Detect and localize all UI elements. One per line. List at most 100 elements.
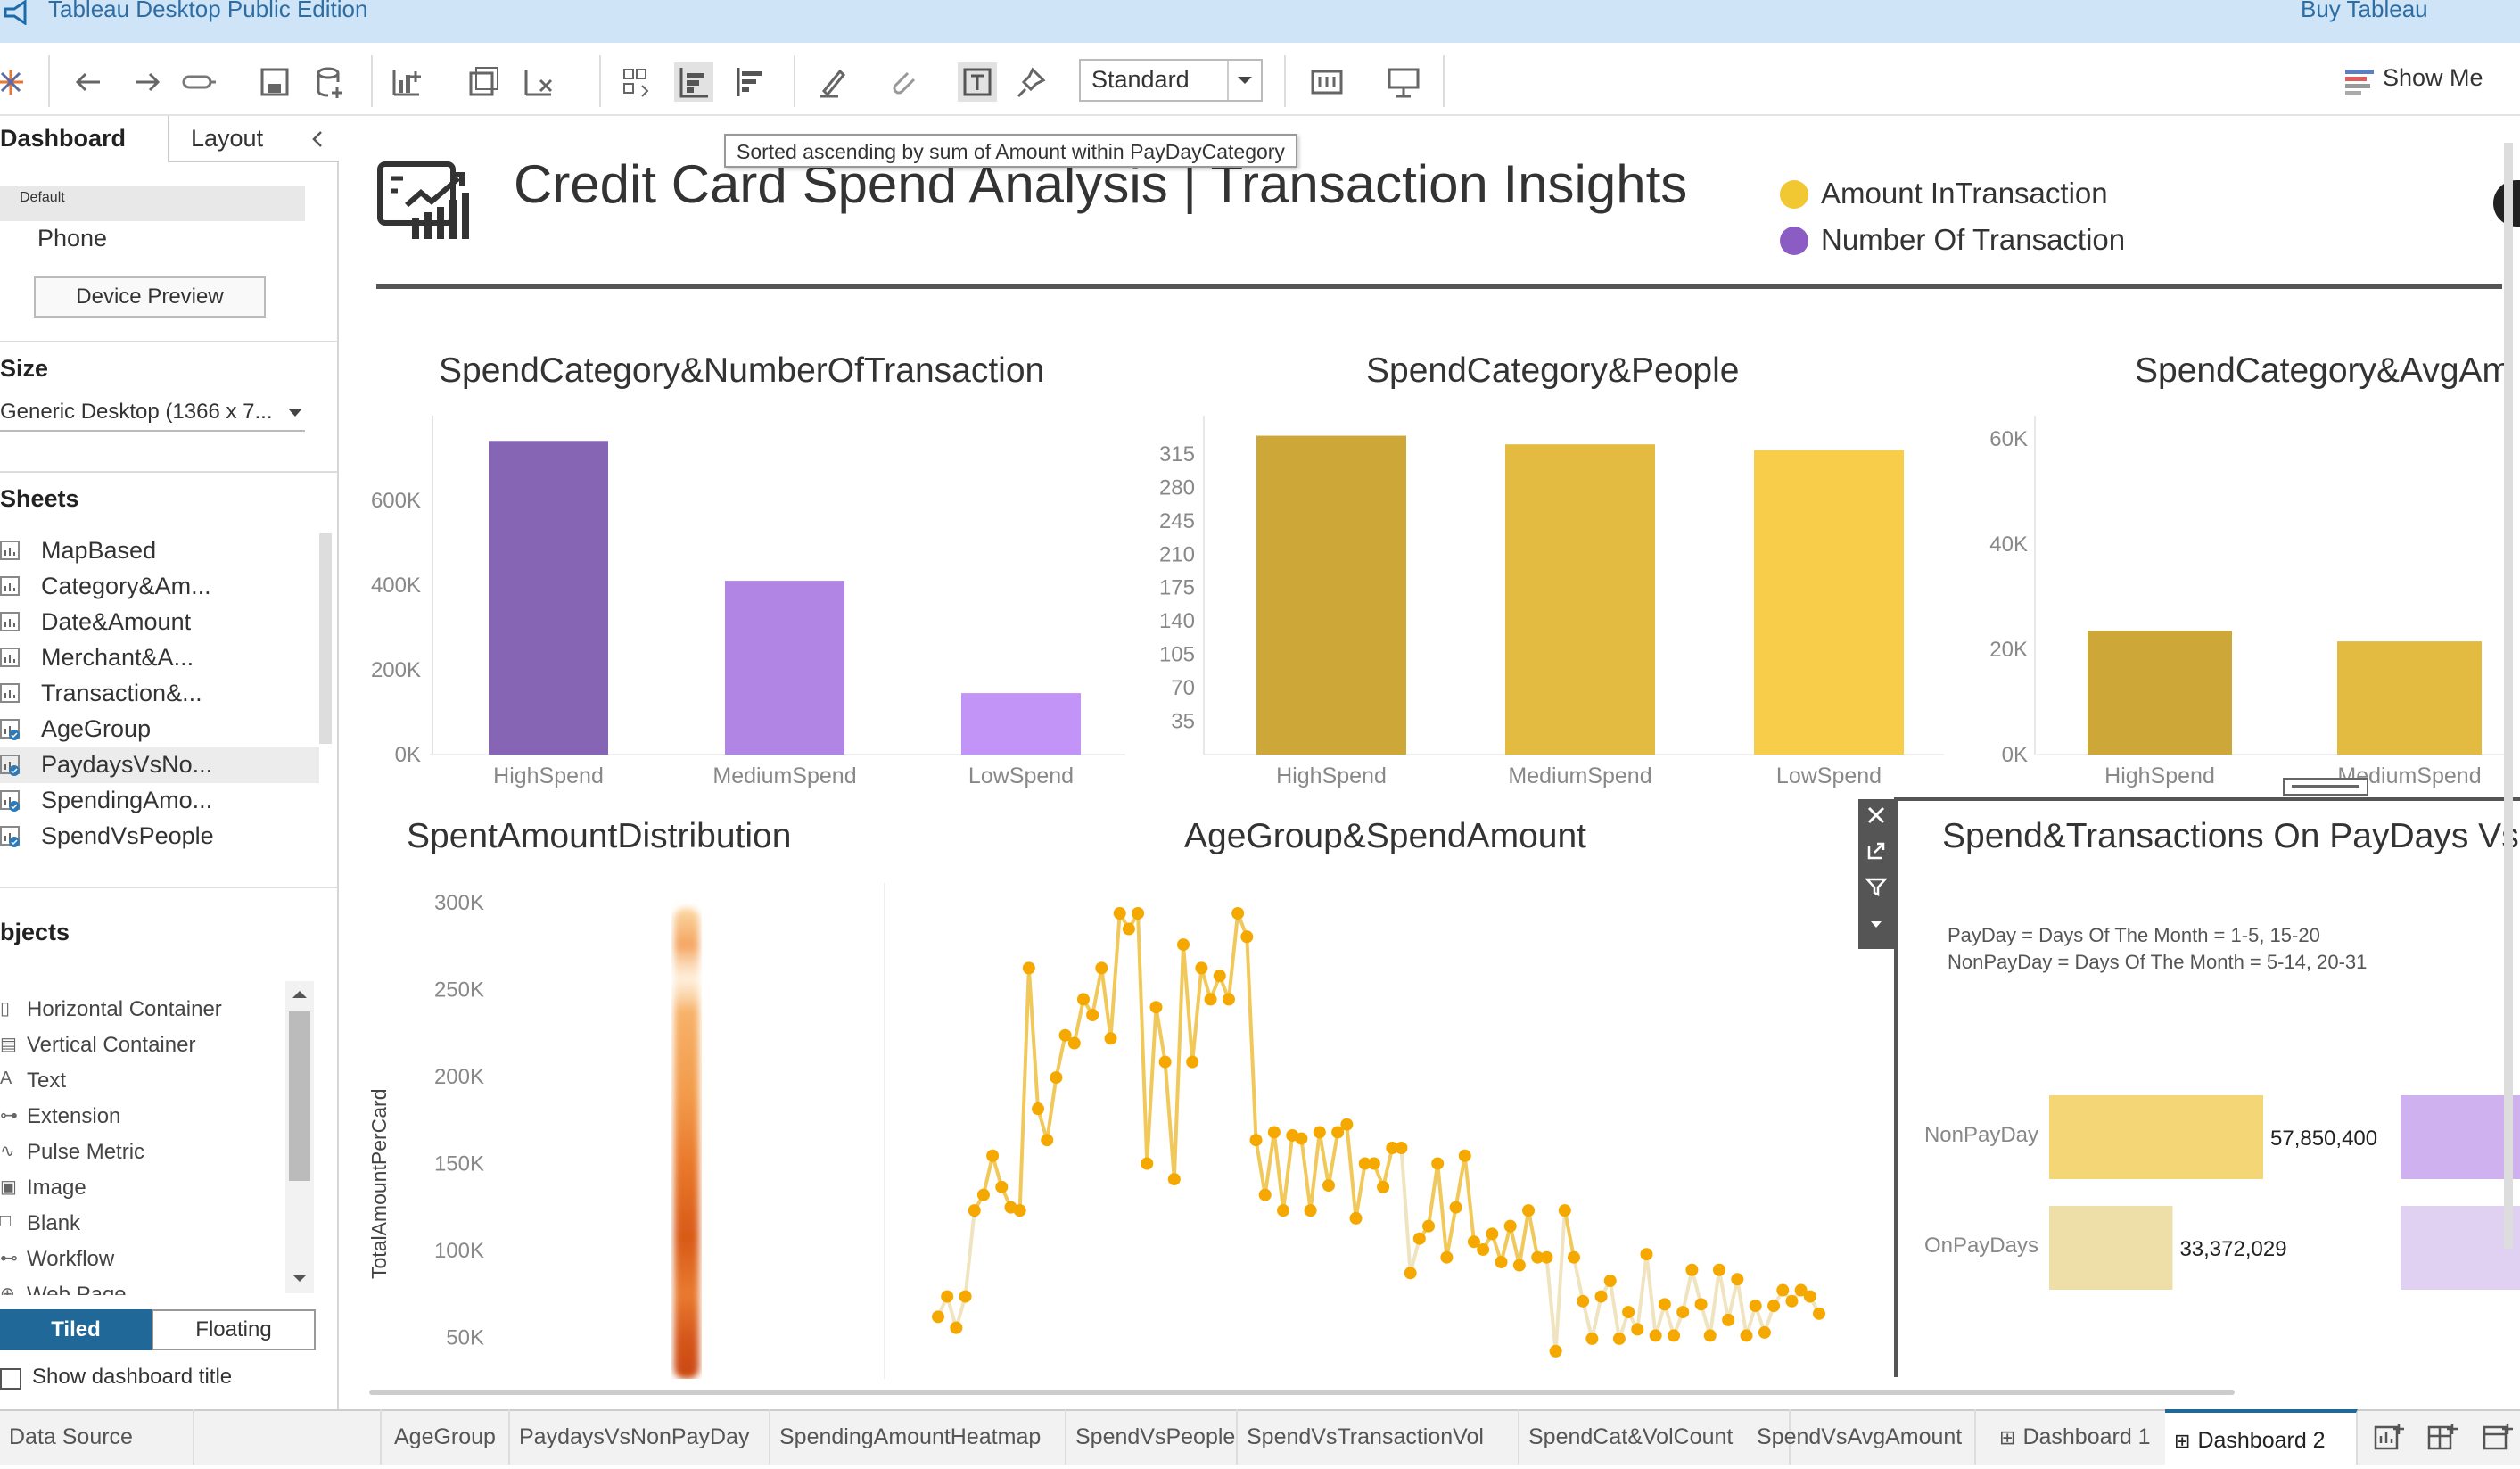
sheet-tab-label: Dashboard 2 <box>2197 1428 2326 1453</box>
chart6-note-nonpayday: NonPayDay = Days Of The Month = 5-14, 20… <box>1948 951 2368 973</box>
data-point <box>932 1310 944 1324</box>
title-divider <box>376 284 2502 289</box>
data-point <box>1758 1325 1771 1339</box>
data-point <box>1503 1219 1517 1233</box>
sheet-item[interactable]: Transaction&... <box>0 676 319 712</box>
sheet-tab[interactable]: ⊞ Dashboard 1 <box>1990 1409 2167 1465</box>
sheet-item[interactable]: AgeGroup <box>0 712 319 747</box>
object-item[interactable]: A Text <box>0 1063 282 1099</box>
text-label-icon[interactable] <box>958 62 997 102</box>
object-item[interactable]: ▣ Image <box>0 1170 282 1206</box>
clear-sheet-icon[interactable] <box>519 62 558 102</box>
sheets-scrollbar[interactable] <box>319 533 332 744</box>
object-item[interactable]: ⊕ Web Page <box>0 1277 282 1295</box>
device-phone[interactable]: Phone <box>37 225 107 252</box>
data-point <box>1367 1157 1380 1170</box>
line-segment <box>1072 999 1085 1044</box>
swap-rows-columns-icon[interactable] <box>617 62 656 102</box>
data-point <box>1340 1118 1354 1131</box>
pin-icon[interactable] <box>1013 62 1052 102</box>
redirect-icon[interactable] <box>180 62 219 102</box>
sheet-tab[interactable]: AgeGroup <box>385 1409 510 1465</box>
line-segment <box>1462 1155 1476 1242</box>
bar-NonPayDay <box>2049 1095 2263 1179</box>
sort-ascending-icon[interactable] <box>674 62 713 102</box>
sheet-tab[interactable]: SpendVsTransactionVol <box>1238 1409 1519 1465</box>
object-item-label: Blank <box>27 1211 81 1235</box>
new-worksheet-icon[interactable] <box>387 62 426 102</box>
sheet-item[interactable]: MapBased <box>0 533 319 569</box>
object-item-label: Extension <box>27 1104 121 1128</box>
dashboard-scrollbar[interactable] <box>2504 143 2513 1249</box>
scroll-down-icon[interactable] <box>291 1272 309 1284</box>
object-item[interactable]: ⊶ Extension <box>0 1099 282 1135</box>
sort-descending-icon[interactable] <box>731 62 770 102</box>
attach-icon[interactable] <box>883 62 922 102</box>
new-worksheet-tab-icon[interactable] <box>2372 1420 2408 1456</box>
sheet-item[interactable]: Category&Am... <box>0 569 319 605</box>
sheet-tab[interactable]: SpendVsPeople <box>1066 1409 1238 1465</box>
legend-label-amount: Amount InTransaction <box>1821 177 2108 210</box>
dashboard-h-scrollbar[interactable] <box>369 1390 2235 1395</box>
object-item[interactable]: ▤ Vertical Container <box>0 1027 282 1063</box>
sheet-tab[interactable]: Data Source <box>0 1409 194 1465</box>
sheet-item[interactable]: PaydaysVsNo... <box>0 747 319 783</box>
object-icon: ⊕ <box>0 1284 15 1295</box>
tableau-home-icon[interactable] <box>0 62 30 102</box>
presentation-mode-icon[interactable] <box>1384 62 1423 102</box>
sheet-item[interactable]: SpendVsPeople <box>0 819 319 854</box>
y-tick-label: 175 <box>1159 576 1195 600</box>
device-default[interactable]: Default <box>0 186 305 221</box>
object-item[interactable]: □ Blank <box>0 1206 282 1242</box>
floating-toggle[interactable]: Floating <box>152 1309 316 1350</box>
sheet-tab[interactable]: SpendingAmountHeatmap <box>770 1409 1066 1465</box>
more-options-icon[interactable] <box>1865 913 1887 935</box>
highlight-icon[interactable] <box>813 62 852 102</box>
show-title-checkbox[interactable] <box>0 1368 21 1390</box>
device-preview-button[interactable]: Device Preview <box>34 276 266 318</box>
buy-tableau-link[interactable]: Buy Tableau <box>2301 0 2428 23</box>
collapse-panel-icon[interactable] <box>309 128 326 150</box>
sheet-item[interactable]: SpendingAmo... <box>0 783 319 819</box>
close-icon[interactable] <box>1865 805 1887 826</box>
data-point <box>1622 1306 1635 1319</box>
object-item[interactable]: ⊷ Workflow <box>0 1242 282 1277</box>
data-point <box>1022 961 1035 975</box>
filter-icon[interactable] <box>1865 876 1887 897</box>
chart2-svg: 315 280 245 210 175 140 105 70 35 HighSpend Medium… <box>1159 416 1944 788</box>
show-cards-icon[interactable] <box>1307 62 1346 102</box>
bar-MediumSpend <box>2337 641 2482 755</box>
size-dropdown[interactable]: Generic Desktop (1366 x 7... <box>0 396 305 432</box>
sheet-tab[interactable]: SpendVsAvgAmount <box>1748 1409 1976 1465</box>
chart6-svg: NonPayDay 57,850,400 OnPayDays 33,372,029 <box>1924 1095 2520 1290</box>
undo-icon[interactable] <box>70 62 109 102</box>
tiled-toggle[interactable]: Tiled <box>0 1309 152 1350</box>
zone-toolbar <box>1858 799 1894 949</box>
y-tick-label: 100K <box>434 1239 484 1263</box>
duplicate-sheet-icon[interactable] <box>464 62 503 102</box>
chart2-title: SpendCategory&People <box>1366 351 1740 390</box>
sheet-tab[interactable]: PaydaysVsNonPayDay <box>510 1409 770 1465</box>
scroll-up-icon[interactable] <box>291 988 309 1001</box>
show-me-button[interactable]: Show Me <box>2342 62 2520 102</box>
sheet-item-label: Date&Amount <box>41 608 192 635</box>
data-point <box>1095 961 1108 975</box>
worksheet-icon <box>0 755 20 776</box>
tab-layout[interactable]: Layout <box>168 116 339 162</box>
save-icon[interactable] <box>255 62 294 102</box>
new-datasource-icon[interactable] <box>310 62 350 102</box>
objects-scrollbar[interactable] <box>285 981 314 1293</box>
sheet-tab[interactable]: ⊞ Dashboard 2 <box>2165 1409 2358 1465</box>
new-story-tab-icon[interactable] <box>2481 1420 2516 1456</box>
fit-dropdown[interactable]: Standard <box>1079 59 1263 102</box>
go-to-sheet-icon[interactable] <box>1865 840 1887 862</box>
resize-handle[interactable] <box>2283 778 2368 796</box>
object-item[interactable]: ∿ Pulse Metric <box>0 1135 282 1170</box>
object-item[interactable]: ▯ Horizontal Container <box>0 992 282 1027</box>
sheet-item[interactable]: Merchant&A... <box>0 640 319 676</box>
new-dashboard-tab-icon[interactable] <box>2425 1420 2461 1456</box>
sheet-tab[interactable] <box>194 1409 382 1465</box>
tab-dashboard[interactable]: Dashboard <box>0 116 168 162</box>
redo-icon[interactable] <box>127 62 166 102</box>
sheet-item[interactable]: Date&Amount <box>0 605 319 640</box>
